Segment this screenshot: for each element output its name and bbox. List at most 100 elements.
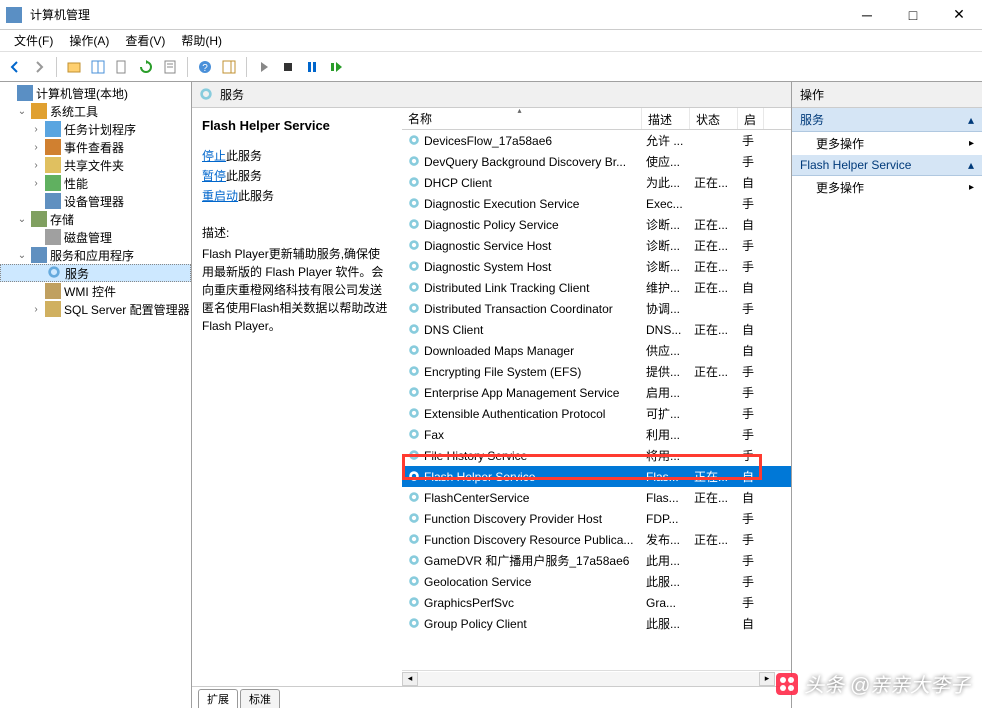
service-row[interactable]: Function Discovery Provider HostFDP...手 <box>402 508 791 529</box>
console-tree[interactable]: 计算机管理(本地) ⌄系统工具 ›任务计划程序 ›事件查看器 ›共享文件夹 ›性… <box>0 82 192 708</box>
service-row[interactable]: Function Discovery Resource Publica...发布… <box>402 529 791 550</box>
restart-link[interactable]: 重启动 <box>202 189 238 203</box>
gear-icon <box>406 280 422 296</box>
gear-icon <box>406 196 422 212</box>
forward-button[interactable] <box>28 56 50 78</box>
horizontal-scrollbar[interactable]: ◂ ▸ <box>402 670 791 686</box>
tab-standard[interactable]: 标准 <box>240 689 280 708</box>
menu-view[interactable]: 查看(V) <box>117 30 173 51</box>
tree-wmi[interactable]: WMI 控件 <box>0 282 191 300</box>
scroll-left-button[interactable]: ◂ <box>402 672 418 686</box>
tree-storage[interactable]: ⌄存储 <box>0 210 191 228</box>
service-desc: 利用... <box>642 426 690 443</box>
service-row[interactable]: DNS ClientDNS...正在...自 <box>402 319 791 340</box>
action-more-ops-2[interactable]: 更多操作▸ <box>792 176 982 199</box>
service-name: GameDVR 和广播用户服务_17a58ae6 <box>424 552 629 569</box>
start-service-button[interactable] <box>253 56 275 78</box>
stop-link[interactable]: 停止 <box>202 149 226 163</box>
menu-file[interactable]: 文件(F) <box>6 30 61 51</box>
service-row[interactable]: Group Policy Client此服...自 <box>402 613 791 634</box>
pause-service-button[interactable] <box>301 56 323 78</box>
scroll-right-button[interactable]: ▸ <box>759 672 775 686</box>
show-hide-button[interactable] <box>87 56 109 78</box>
service-desc: Exec... <box>642 197 690 211</box>
service-row[interactable]: FlashCenterServiceFlas...正在...自 <box>402 487 791 508</box>
gear-icon <box>406 574 422 590</box>
tree-services-apps[interactable]: ⌄服务和应用程序 <box>0 246 191 264</box>
service-row[interactable]: GraphicsPerfSvcGra...手 <box>402 592 791 613</box>
col-name[interactable]: 名称 <box>402 108 642 129</box>
service-desc: 为此... <box>642 174 690 191</box>
list-rows[interactable]: DevicesFlow_17a58ae6允许 ...手DevQuery Back… <box>402 130 791 670</box>
service-row[interactable]: Flash Helper ServiceFlas...正在...自 <box>402 466 791 487</box>
close-button[interactable]: ✕ <box>936 0 982 30</box>
service-row[interactable]: Downloaded Maps Manager供应...自 <box>402 340 791 361</box>
service-row[interactable]: Diagnostic Policy Service诊断...正在...自 <box>402 214 791 235</box>
service-desc: 诊断... <box>642 237 690 254</box>
col-startup[interactable]: 启 <box>738 108 764 129</box>
tree-performance[interactable]: ›性能 <box>0 174 191 192</box>
export-button[interactable] <box>111 56 133 78</box>
service-row[interactable]: Diagnostic System Host诊断...正在...手 <box>402 256 791 277</box>
restart-service-button[interactable] <box>325 56 347 78</box>
service-row[interactable]: Diagnostic Execution ServiceExec...手 <box>402 193 791 214</box>
collapse-icon: ▴ <box>968 113 974 127</box>
service-row[interactable]: Fax利用...手 <box>402 424 791 445</box>
service-row[interactable]: File History Service将用...手 <box>402 445 791 466</box>
tree-root[interactable]: 计算机管理(本地) <box>0 84 191 102</box>
stop-service-button[interactable] <box>277 56 299 78</box>
maximize-button[interactable]: □ <box>890 0 936 30</box>
tree-disk-management[interactable]: 磁盘管理 <box>0 228 191 246</box>
service-name: Encrypting File System (EFS) <box>424 365 581 379</box>
gear-icon <box>406 259 422 275</box>
service-status: 正在... <box>690 258 738 275</box>
service-status: 正在... <box>690 174 738 191</box>
back-button[interactable] <box>4 56 26 78</box>
service-row[interactable]: Distributed Link Tracking Client维护...正在.… <box>402 277 791 298</box>
service-row[interactable]: Enterprise App Management Service启用...手 <box>402 382 791 403</box>
list-header: 名称 描述 状态 启 <box>402 108 791 130</box>
col-status[interactable]: 状态 <box>690 108 738 129</box>
gear-icon <box>406 406 422 422</box>
actions-services-section[interactable]: 服务▴ <box>792 108 982 132</box>
service-row[interactable]: GameDVR 和广播用户服务_17a58ae6此用...手 <box>402 550 791 571</box>
tree-shared-folders[interactable]: ›共享文件夹 <box>0 156 191 174</box>
service-row[interactable]: Distributed Transaction Coordinator协调...… <box>402 298 791 319</box>
properties-button[interactable] <box>159 56 181 78</box>
tree-services[interactable]: 服务 <box>0 264 191 282</box>
desc-text: Flash Player更新辅助服务,确保使用最新版的 Flash Player… <box>202 245 392 335</box>
service-name: Group Policy Client <box>424 617 527 631</box>
tree-event-viewer[interactable]: ›事件查看器 <box>0 138 191 156</box>
service-row[interactable]: Geolocation Service此服...手 <box>402 571 791 592</box>
help-button[interactable]: ? <box>194 56 216 78</box>
service-name: DNS Client <box>424 323 483 337</box>
service-row[interactable]: Extensible Authentication Protocol可扩...手 <box>402 403 791 424</box>
col-description[interactable]: 描述 <box>642 108 690 129</box>
service-name: Diagnostic Execution Service <box>424 197 579 211</box>
menu-help[interactable]: 帮助(H) <box>173 30 230 51</box>
tab-extended[interactable]: 扩展 <box>198 689 238 708</box>
action-more-ops-1[interactable]: 更多操作▸ <box>792 132 982 155</box>
gear-icon <box>406 469 422 485</box>
folder-button[interactable] <box>63 56 85 78</box>
service-row[interactable]: Diagnostic Service Host诊断...正在...手 <box>402 235 791 256</box>
service-row[interactable]: Encrypting File System (EFS)提供...正在...手 <box>402 361 791 382</box>
service-row[interactable]: DHCP Client为此...正在...自 <box>402 172 791 193</box>
actions-selected-section[interactable]: Flash Helper Service▴ <box>792 155 982 176</box>
tree-device-manager[interactable]: 设备管理器 <box>0 192 191 210</box>
tree-sql-config[interactable]: ›SQL Server 配置管理器 <box>0 300 191 318</box>
service-status: 正在... <box>690 468 738 485</box>
minimize-button[interactable]: ─ <box>844 0 890 30</box>
tree-system-tools[interactable]: ⌄系统工具 <box>0 102 191 120</box>
show-hide-action-button[interactable] <box>218 56 240 78</box>
service-row[interactable]: DevQuery Background Discovery Br...使应...… <box>402 151 791 172</box>
service-row[interactable]: DevicesFlow_17a58ae6允许 ...手 <box>402 130 791 151</box>
gear-icon <box>406 154 422 170</box>
tree-task-scheduler[interactable]: ›任务计划程序 <box>0 120 191 138</box>
pause-link[interactable]: 暂停 <box>202 169 226 183</box>
gear-icon <box>406 343 422 359</box>
services-icon <box>198 87 214 103</box>
refresh-button[interactable] <box>135 56 157 78</box>
menu-action[interactable]: 操作(A) <box>61 30 117 51</box>
view-tabs: 扩展 标准 <box>192 686 791 708</box>
